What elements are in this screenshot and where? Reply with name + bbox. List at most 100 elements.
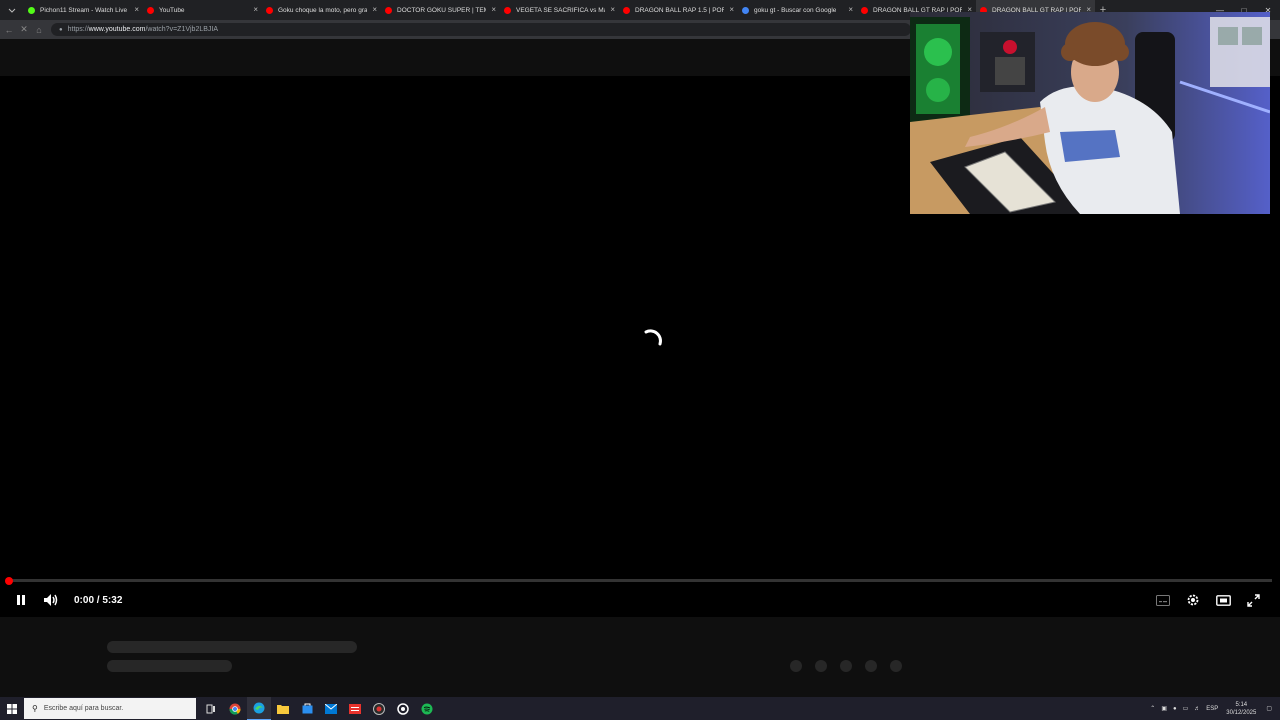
skeleton-dot xyxy=(815,660,827,672)
settings-button[interactable] xyxy=(1178,586,1208,614)
task-view-icon xyxy=(206,704,215,713)
browser-tab[interactable]: DRAGON BALL RAP 1.5 | PORTA | × xyxy=(619,0,738,20)
clock-time: 5:14 xyxy=(1235,701,1248,708)
show-hidden-icons-button[interactable]: ⌃ xyxy=(1150,705,1155,712)
theater-mode-button[interactable] xyxy=(1208,586,1238,614)
chevron-down-icon xyxy=(8,8,16,13)
progress-bar[interactable] xyxy=(8,579,1272,582)
mail-icon xyxy=(325,703,337,714)
site-info-icon: ● xyxy=(59,26,63,33)
screen: Pichon11 Stream - Watch Live on K×YouTub… xyxy=(0,0,1280,720)
youtube-icon xyxy=(385,6,392,14)
browser-tab[interactable]: DOCTOR GOKU SUPER | TEMPORA × xyxy=(381,0,500,20)
url-path: /watch?v=Z1Vjb2LBJIA xyxy=(145,26,219,33)
speaker-icon[interactable]: ♬ xyxy=(1194,706,1200,712)
url-field[interactable]: ● https://www.youtube.com/watch?v=Z1Vjb2… xyxy=(51,23,911,36)
app-circle-icon xyxy=(397,702,409,715)
tray-app-icon[interactable]: ▣ xyxy=(1161,705,1167,712)
pause-icon xyxy=(17,595,25,605)
language-indicator[interactable]: ESP xyxy=(1206,706,1218,712)
record-icon xyxy=(373,702,385,715)
taskbar-edge[interactable] xyxy=(247,697,271,720)
store-icon xyxy=(302,703,312,714)
url-host: www.youtube.com xyxy=(88,26,146,33)
app-badge-icon xyxy=(349,703,361,714)
tab-title: Goku choque la moto, pero gracias xyxy=(278,6,367,14)
tab-title: DRAGON BALL RAP 1.5 | PORTA | xyxy=(635,6,724,14)
back-button[interactable]: ← xyxy=(3,20,15,39)
time-current: 0:00 xyxy=(74,594,95,606)
time-total: 5:32 xyxy=(102,594,123,606)
microphone-icon[interactable]: ● xyxy=(1173,706,1177,712)
close-tab-button[interactable]: × xyxy=(610,5,615,15)
taskbar-spotify[interactable] xyxy=(415,697,439,720)
taskbar-chrome[interactable] xyxy=(223,697,247,720)
start-button[interactable] xyxy=(0,697,24,720)
close-tab-button[interactable]: × xyxy=(134,5,139,15)
browser-tab[interactable]: Pichon11 Stream - Watch Live on K × xyxy=(24,0,143,20)
skeleton-dot xyxy=(790,660,802,672)
folder-icon xyxy=(277,704,289,714)
close-tab-button[interactable]: × xyxy=(372,5,377,15)
tab-title: Pichon11 Stream - Watch Live on K xyxy=(40,6,129,14)
taskbar-obs[interactable] xyxy=(367,697,391,720)
mute-button[interactable] xyxy=(36,586,66,614)
task-view-button[interactable] xyxy=(199,697,223,720)
taskbar-app-blue[interactable] xyxy=(319,697,343,720)
video-info-placeholder xyxy=(0,617,1280,697)
channel-skeleton xyxy=(107,660,232,672)
chrome-icon xyxy=(229,703,241,715)
taskbar-search-input[interactable]: ⚲ Escribe aquí para buscar. xyxy=(24,698,196,719)
youtube-icon xyxy=(504,6,511,14)
chevron-up-icon: ⌃ xyxy=(1150,706,1156,712)
fullscreen-exit-button[interactable] xyxy=(1238,586,1268,614)
taskbar-store[interactable] xyxy=(295,697,319,720)
stop-loading-button[interactable]: ✕ xyxy=(18,20,30,39)
notification-icon: ▢ xyxy=(1266,706,1272,712)
arrow-left-icon: ← xyxy=(4,24,14,35)
search-icon: ⚲ xyxy=(32,704,38,713)
browser-tab[interactable]: goku gt - Buscar con Google × xyxy=(738,0,857,20)
home-icon: ⌂ xyxy=(36,24,42,35)
network-icon[interactable]: ▭ xyxy=(1183,705,1189,712)
clock-date: 30/12/2025 xyxy=(1226,709,1257,716)
taskbar-app-red[interactable] xyxy=(343,697,367,720)
skeleton-dot xyxy=(840,660,852,672)
player-controls: 0:00 / 5:32 xyxy=(0,586,1280,614)
tab-search-button[interactable] xyxy=(0,0,24,20)
time-display: 0:00 / 5:32 xyxy=(74,595,122,606)
home-button[interactable]: ⌂ xyxy=(33,20,45,39)
taskbar-app-white[interactable] xyxy=(391,697,415,720)
windows-taskbar: ⚲ Escribe aquí para buscar. ⌃ ▣ ● ▭ ♬ ES… xyxy=(0,697,1280,720)
close-tab-button[interactable]: × xyxy=(253,5,258,15)
streamer-webcam-overlay xyxy=(910,12,1270,214)
browser-tab[interactable]: VEGETA SE SACRIFICA vs Majin Bu × xyxy=(500,0,619,20)
edge-icon xyxy=(253,702,265,714)
youtube-icon xyxy=(147,6,154,14)
close-tab-button[interactable]: × xyxy=(848,5,853,15)
spotify-icon xyxy=(421,703,433,714)
taskbar-clock[interactable]: 5:14 30/12/2025 xyxy=(1226,701,1256,717)
skeleton-dot xyxy=(865,660,877,672)
notifications-button[interactable]: ▢ xyxy=(1266,705,1272,712)
webcam-scene xyxy=(910,12,1270,214)
pause-button[interactable] xyxy=(6,586,36,614)
system-tray: ⌃ ▣ ● ▭ ♬ ESP 5:14 30/12/2025 ▢ xyxy=(1144,697,1272,720)
tab-title: YouTube xyxy=(159,6,185,14)
taskbar-file-explorer[interactable] xyxy=(271,697,295,720)
kick-icon xyxy=(28,6,35,14)
theater-icon xyxy=(1215,594,1231,606)
subtitles-button[interactable] xyxy=(1148,586,1178,614)
browser-tab[interactable]: YouTube × xyxy=(143,0,262,20)
player-right-controls xyxy=(1148,586,1268,614)
close-tab-button[interactable]: × xyxy=(729,5,734,15)
tab-title: DOCTOR GOKU SUPER | TEMPORA xyxy=(397,6,486,14)
skeleton-dot xyxy=(890,660,902,672)
loading-spinner-icon xyxy=(644,329,662,346)
browser-tab[interactable]: Goku choque la moto, pero gracias × xyxy=(262,0,381,20)
close-tab-button[interactable]: × xyxy=(491,5,496,15)
progress-scrubber[interactable] xyxy=(5,577,13,585)
action-buttons-skeleton xyxy=(790,660,915,672)
volume-icon xyxy=(44,594,58,606)
windows-logo-icon xyxy=(7,703,17,714)
